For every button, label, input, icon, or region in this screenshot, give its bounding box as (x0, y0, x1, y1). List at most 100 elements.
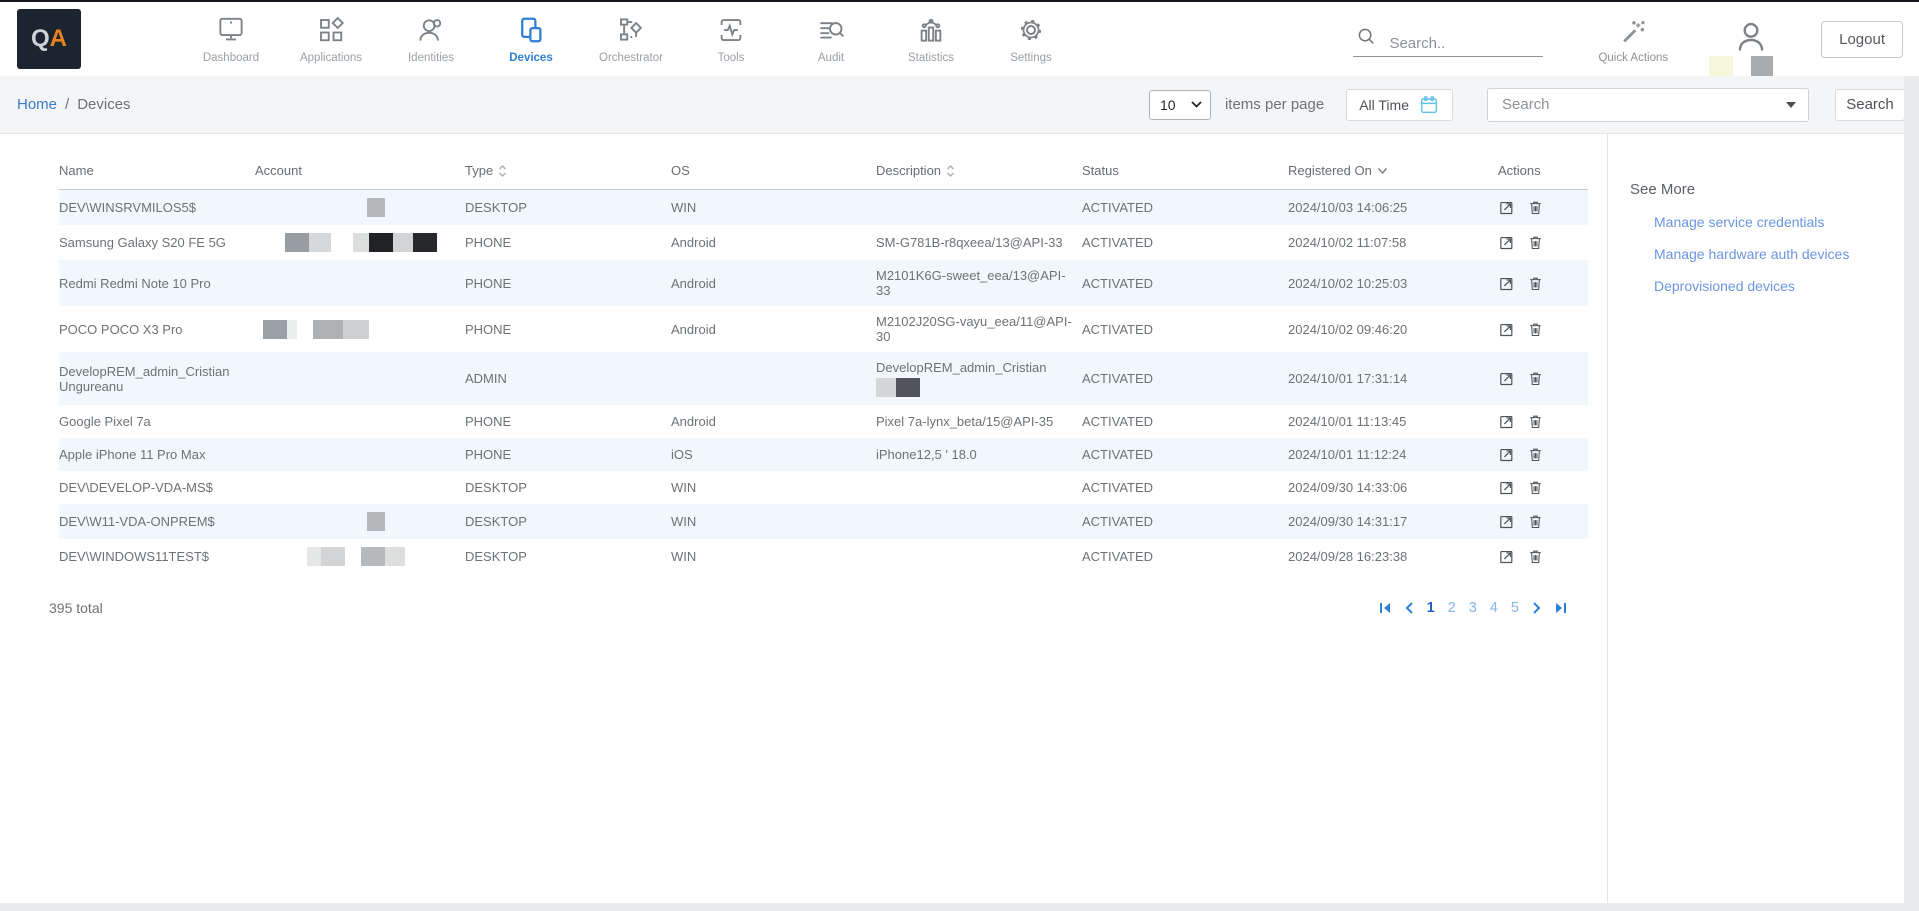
cell-os: Android (671, 306, 876, 352)
delete-device-icon[interactable] (1527, 413, 1544, 430)
nav-item-identities[interactable]: Identities (381, 12, 481, 66)
user-menu[interactable] (1723, 2, 1779, 76)
cell-type: DESKTOP (465, 539, 671, 574)
nav-item-devices[interactable]: Devices (481, 12, 581, 66)
open-device-icon[interactable] (1498, 548, 1515, 565)
breadcrumb: Home / Devices (17, 96, 131, 113)
magic-wand-icon (1619, 18, 1647, 49)
delete-device-icon[interactable] (1527, 370, 1544, 387)
delete-device-icon[interactable] (1527, 199, 1544, 216)
settings-icon (1016, 12, 1046, 48)
cell-actions (1498, 260, 1588, 306)
last-page-button[interactable] (1552, 600, 1569, 616)
global-search-input[interactable] (1389, 35, 1529, 52)
logout-button[interactable]: Logout (1821, 21, 1903, 58)
nav-item-tools[interactable]: Tools (681, 12, 781, 66)
total-count: 395 total (49, 600, 103, 616)
page-number-5[interactable]: 5 (1509, 600, 1521, 616)
delete-device-icon[interactable] (1527, 548, 1544, 565)
cell-os: iOS (671, 438, 876, 471)
breadcrumb-home-link[interactable]: Home (17, 96, 57, 113)
nav-label: Settings (1010, 52, 1052, 64)
deprovisioned-devices-link[interactable]: Deprovisioned devices (1654, 278, 1893, 294)
top-navigation-bar: QA Dashboard Applications Identities (0, 2, 1919, 76)
open-device-icon[interactable] (1498, 199, 1515, 216)
cell-type: DESKTOP (465, 190, 671, 226)
user-avatar-icon (1733, 19, 1769, 60)
table-row: DEV\WINDOWS11TEST$ DESKTOP WIN ACTIVATED… (59, 539, 1588, 574)
toolbar: Home / Devices 10 items per page All Tim… (0, 76, 1919, 134)
nav-item-applications[interactable]: Applications (281, 12, 381, 66)
open-device-icon[interactable] (1498, 446, 1515, 463)
column-header-description[interactable]: Description (876, 151, 1082, 190)
quick-actions-button[interactable]: Quick Actions (1598, 15, 1668, 64)
redacted-account (255, 199, 385, 214)
cell-actions (1498, 225, 1588, 260)
cell-description: iPhone12,5 ' 18.0 (876, 438, 1082, 471)
page-number-1[interactable]: 1 (1425, 600, 1437, 616)
nav-item-dashboard[interactable]: Dashboard (181, 12, 281, 66)
delete-device-icon[interactable] (1527, 321, 1544, 338)
chevron-down-icon (1786, 102, 1796, 108)
nav-item-audit[interactable]: Audit (781, 12, 881, 66)
see-more-title: See More (1630, 181, 1893, 198)
cell-type: DESKTOP (465, 504, 671, 539)
audit-icon (816, 12, 846, 48)
column-header-type[interactable]: Type (465, 151, 671, 190)
devices-table-panel: Name Account Type OS Description Status … (0, 134, 1608, 903)
orchestrator-icon (616, 12, 646, 48)
cell-status: ACTIVATED (1082, 539, 1288, 574)
user-badge-yellow (1709, 56, 1733, 76)
column-header-registered-on[interactable]: Registered On (1288, 151, 1498, 190)
logo-letter-a: A (50, 25, 67, 53)
open-device-icon[interactable] (1498, 275, 1515, 292)
manage-service-credentials-link[interactable]: Manage service credentials (1654, 214, 1893, 230)
cell-account (255, 225, 465, 260)
cell-description: M2102J20SG-vayu_eea/11@API-30 (876, 306, 1082, 352)
open-device-icon[interactable] (1498, 413, 1515, 430)
table-footer: 395 total 1 2 3 4 5 (49, 600, 1569, 616)
calendar-icon (1418, 94, 1440, 116)
cell-account (255, 260, 465, 306)
page-number-3[interactable]: 3 (1467, 600, 1479, 616)
open-device-icon[interactable] (1498, 321, 1515, 338)
cell-registered-on: 2024/09/28 16:23:38 (1288, 539, 1498, 574)
nav-item-statistics[interactable]: Statistics (881, 12, 981, 66)
first-page-button[interactable] (1377, 600, 1394, 616)
delete-device-icon[interactable] (1527, 479, 1544, 496)
search-submit-button[interactable]: Search (1835, 89, 1905, 121)
previous-page-button[interactable] (1403, 600, 1416, 616)
open-device-icon[interactable] (1498, 234, 1515, 251)
nav-label: Statistics (908, 52, 954, 64)
items-per-page-select[interactable]: 10 (1149, 90, 1211, 120)
open-device-icon[interactable] (1498, 513, 1515, 530)
search-field-dropdown[interactable]: Search (1487, 88, 1809, 122)
delete-device-icon[interactable] (1527, 275, 1544, 292)
cell-description: DevelopREM_admin_Cristian (876, 352, 1082, 405)
cell-os: Android (671, 405, 876, 438)
open-device-icon[interactable] (1498, 479, 1515, 496)
page-right-gutter (1904, 76, 1919, 911)
cell-status: ACTIVATED (1082, 438, 1288, 471)
cell-name: Redmi Redmi Note 10 Pro (59, 260, 255, 306)
nav-item-orchestrator[interactable]: Orchestrator (581, 12, 681, 66)
cell-os: Android (671, 260, 876, 306)
manage-hardware-auth-devices-link[interactable]: Manage hardware auth devices (1654, 246, 1893, 262)
cell-actions (1498, 352, 1588, 405)
cell-account (255, 504, 465, 539)
delete-device-icon[interactable] (1527, 234, 1544, 251)
open-device-icon[interactable] (1498, 370, 1515, 387)
next-page-button[interactable] (1530, 600, 1543, 616)
cell-status: ACTIVATED (1082, 352, 1288, 405)
cell-name: DevelopREM_admin_Cristian Ungureanu (59, 352, 255, 405)
delete-device-icon[interactable] (1527, 513, 1544, 530)
cell-registered-on: 2024/10/02 10:25:03 (1288, 260, 1498, 306)
delete-device-icon[interactable] (1527, 446, 1544, 463)
nav-item-settings[interactable]: Settings (981, 12, 1081, 66)
page-number-4[interactable]: 4 (1488, 600, 1500, 616)
time-filter-button[interactable]: All Time (1346, 89, 1453, 121)
app-logo[interactable]: QA (17, 9, 81, 69)
cell-actions (1498, 504, 1588, 539)
devices-table: Name Account Type OS Description Status … (59, 151, 1588, 574)
page-number-2[interactable]: 2 (1446, 600, 1458, 616)
